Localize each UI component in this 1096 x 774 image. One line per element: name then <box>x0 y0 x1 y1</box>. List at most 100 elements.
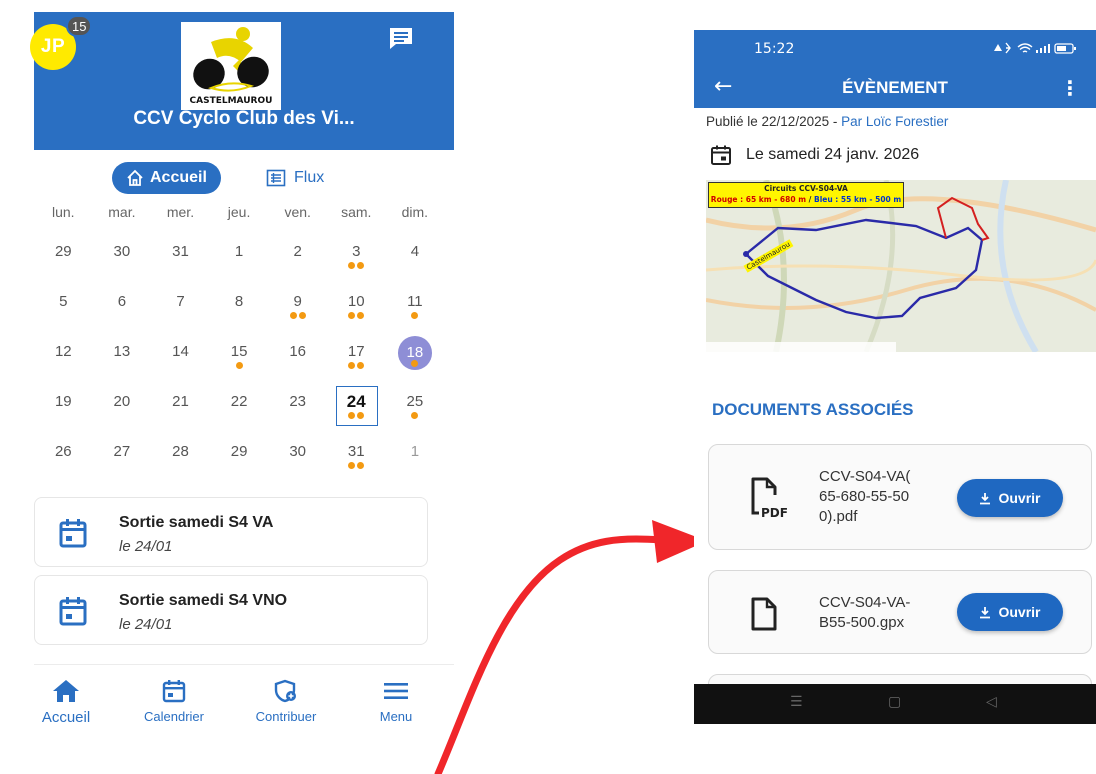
calendar-day-selected[interactable]: 24 <box>327 382 386 432</box>
calendar-day[interactable]: 7 <box>151 282 210 332</box>
weekday: dim. <box>401 204 429 220</box>
calendar-day-number: 22 <box>230 393 248 410</box>
calendar-day[interactable]: 1 <box>386 432 445 482</box>
calendar-day[interactable]: 22 <box>210 382 269 432</box>
calendar-day[interactable]: 13 <box>93 332 152 382</box>
route-map[interactable]: Circuits CCV-S04-VA Rouge : 65 km - 680 … <box>706 180 1096 352</box>
document-card[interactable]: PDF CCV-S04-VA( 65-680-55-50 0).pdf Ouvr… <box>708 444 1092 550</box>
calendar-day-number: 4 <box>410 243 420 260</box>
chat-icon[interactable] <box>388 26 414 50</box>
calendar-day[interactable]: 26 <box>34 432 93 482</box>
nav-calendrier[interactable]: Calendrier <box>124 679 224 724</box>
event-date: le 24/01 <box>119 616 173 633</box>
nav-menu[interactable]: Menu <box>346 679 446 724</box>
map-legend-values: Rouge : 65 km - 680 m / Bleu : 55 km - 5… <box>709 194 903 205</box>
published-info: Publié le 22/12/2025 - Par Loïc Forestie… <box>706 114 948 129</box>
weekday: sam. <box>341 204 372 220</box>
calendar-day[interactable]: 11 <box>386 282 445 332</box>
system-navigation-bar: ☰ ▢ ◁ <box>694 684 1096 724</box>
event-card[interactable]: Sortie samedi S4 VNO le 24/01 <box>34 575 428 645</box>
app-header: JP 15 CASTELMAUROU CCV Cyclo Club des Vi… <box>30 12 454 150</box>
calendar-day-number: 29 <box>54 243 72 260</box>
home-icon <box>127 169 143 186</box>
tab-accueil-label: Accueil <box>150 169 207 186</box>
open-document-button[interactable]: Ouvrir <box>957 593 1063 631</box>
weekday: ven. <box>284 204 311 220</box>
logo-text: CASTELMAUROU <box>189 96 273 106</box>
calendar-day-number: 28 <box>172 443 189 460</box>
calendar-day-number: 26 <box>54 443 72 460</box>
calendar-day[interactable]: 19 <box>34 382 93 432</box>
nav-contribuer[interactable]: Contribuer <box>236 679 336 724</box>
calendar-day-number: 19 <box>54 393 72 410</box>
author-link[interactable]: Par Loïc Forestier <box>841 114 948 129</box>
nav-accueil[interactable]: Accueil <box>16 679 116 726</box>
document-name-line: CCV-S04-VA- <box>819 594 911 611</box>
calendar-day-number: 29 <box>230 443 248 460</box>
calendar-day[interactable]: 2 <box>268 232 327 282</box>
calendar-day[interactable]: 3 <box>327 232 386 282</box>
open-button-label: Ouvrir <box>998 604 1041 620</box>
event-dots <box>327 412 386 419</box>
event-dot <box>348 262 356 269</box>
calendar-day[interactable]: 14 <box>151 332 210 382</box>
weekday: lun. <box>52 204 75 220</box>
calendar-day[interactable]: 15 <box>210 332 269 382</box>
calendar-day-number: 30 <box>289 443 307 460</box>
map-legend-red: Rouge : 65 km - 680 m <box>710 195 807 204</box>
calendar-day[interactable]: 31 <box>151 232 210 282</box>
event-dot <box>298 312 306 319</box>
status-indicators-icon <box>994 42 1076 54</box>
calendar-day[interactable]: 8 <box>210 282 269 332</box>
calendar-day[interactable]: 1 <box>210 232 269 282</box>
tab-accueil[interactable]: Accueil <box>112 162 221 194</box>
calendar-day[interactable]: 17 <box>327 332 386 382</box>
status-icons <box>992 41 1078 59</box>
event-dots <box>210 362 269 369</box>
calendar-day[interactable]: 30 <box>268 432 327 482</box>
calendar-day[interactable]: 16 <box>268 332 327 382</box>
cyclist-logo-icon <box>193 27 269 92</box>
calendar-day[interactable]: 28 <box>151 432 210 482</box>
calendar-day-today[interactable]: 18 <box>386 332 445 382</box>
calendar-day[interactable]: 29 <box>34 232 93 282</box>
document-card[interactable]: CCV-S04-VA- B55-500.gpx Ouvrir <box>708 570 1092 654</box>
download-icon <box>980 492 991 504</box>
calendar-day-number: 10 <box>347 293 365 310</box>
calendar-day[interactable]: 23 <box>268 382 327 432</box>
event-dot <box>411 412 419 419</box>
recent-apps-icon[interactable]: ☰ <box>790 694 803 710</box>
more-options-icon[interactable]: ⋮ <box>1060 76 1080 101</box>
weekday: mar. <box>108 204 136 220</box>
calendar-day[interactable]: 31 <box>327 432 386 482</box>
event-dot <box>348 312 356 319</box>
calendar-day[interactable]: 5 <box>34 282 93 332</box>
open-document-button[interactable]: Ouvrir <box>957 479 1063 517</box>
calendar-day[interactable]: 6 <box>93 282 152 332</box>
home-icon <box>53 680 79 702</box>
calendar-day-number: 13 <box>113 343 131 360</box>
calendar-day[interactable]: 21 <box>151 382 210 432</box>
calendar-day[interactable]: 9 <box>268 282 327 332</box>
event-dot <box>357 362 365 369</box>
calendar-day[interactable]: 29 <box>210 432 269 482</box>
map-legend-title: Circuits CCV-S04-VA <box>764 184 848 193</box>
event-dot <box>357 262 365 269</box>
home-button-icon[interactable]: ▢ <box>888 694 901 710</box>
calendar-day-number: 7 <box>176 293 185 310</box>
calendar-day[interactable]: 30 <box>93 232 152 282</box>
calendar-day[interactable]: 20 <box>93 382 152 432</box>
calendar-day[interactable]: 10 <box>327 282 386 332</box>
calendar-day[interactable]: 25 <box>386 382 445 432</box>
calendar-day[interactable]: 4 <box>386 232 445 282</box>
document-name-line: 65-680-55-50 <box>819 488 910 505</box>
calendar-day[interactable]: 12 <box>34 332 93 382</box>
shield-add-icon <box>274 679 296 703</box>
calendar-day[interactable]: 27 <box>93 432 152 482</box>
open-button-label: Ouvrir <box>998 490 1041 506</box>
calendar-week-row: 19 20 21 22 23 24 25 <box>34 382 454 432</box>
back-button-icon[interactable]: ◁ <box>986 694 997 710</box>
event-dots <box>327 312 386 319</box>
event-card[interactable]: Sortie samedi S4 VA le 24/01 <box>34 497 428 567</box>
tab-flux[interactable]: Flux <box>266 162 324 194</box>
